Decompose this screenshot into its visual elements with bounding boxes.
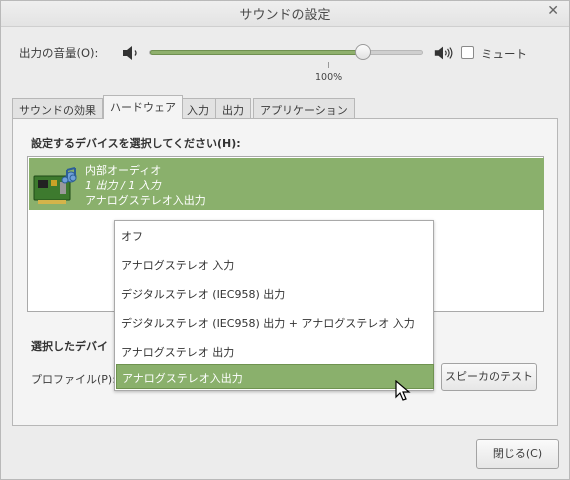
sound-settings-window: サウンドの設定 ✕ 出力の音量(O): 100% ミュート サウンドの効果 ハー… — [0, 0, 570, 480]
output-volume-label: 出力の音量(O): — [19, 46, 99, 60]
test-speakers-button[interactable]: スピーカのテスト — [441, 363, 537, 391]
tab-output[interactable]: 出力 — [215, 98, 251, 118]
profile-option-analog-duplex[interactable]: アナログステレオ入出力 — [116, 364, 434, 389]
close-button[interactable]: 閉じる(C) — [476, 439, 559, 469]
volume-100-tick — [328, 62, 329, 68]
mouse-pointer-icon — [395, 380, 411, 401]
volume-slider-handle[interactable] — [355, 44, 371, 60]
device-name: 内部オーディオ — [85, 164, 162, 177]
device-row-internal-audio[interactable]: 内部オーディオ 1 出力 / 1 入力 アナログステレオ入出力 — [29, 158, 544, 210]
volume-percent-label: 100% — [315, 72, 343, 83]
mute-checkbox[interactable] — [461, 46, 474, 59]
window-title: サウンドの設定 — [239, 8, 331, 23]
profile-option-off[interactable]: オフ — [116, 223, 434, 248]
speaker-high-icon — [434, 46, 453, 60]
profile-option-analog-output[interactable]: アナログステレオ 出力 — [116, 339, 434, 364]
titlebar[interactable]: サウンドの設定 ✕ — [1, 1, 569, 27]
device-ports: 1 出力 / 1 入力 — [85, 179, 161, 192]
mute-label[interactable]: ミュート — [481, 46, 527, 62]
device-profile: アナログステレオ入出力 — [85, 194, 206, 207]
close-icon[interactable]: ✕ — [547, 3, 559, 19]
profile-label: プロファイル(P): — [31, 373, 116, 386]
sound-card-icon — [33, 167, 77, 204]
selected-device-heading: 選択したデバイ — [31, 340, 108, 353]
profile-dropdown-menu: オフ アナログステレオ 入力 デジタルステレオ (IEC958) 出力 デジタル… — [114, 220, 434, 391]
volume-slider[interactable] — [149, 50, 423, 55]
tab-sound-effects[interactable]: サウンドの効果 — [12, 98, 103, 118]
tab-applications[interactable]: アプリケーション — [253, 98, 355, 118]
speaker-low-icon — [123, 46, 137, 60]
tab-input[interactable]: 入力 — [180, 98, 216, 118]
profile-option-digital-output-analog-input[interactable]: デジタルステレオ (IEC958) 出力 + アナログステレオ 入力 — [116, 310, 434, 335]
device-select-heading: 設定するデバイスを選択してください(H): — [31, 137, 241, 150]
volume-slider-fill — [150, 50, 364, 55]
profile-option-analog-input[interactable]: アナログステレオ 入力 — [116, 252, 434, 277]
profile-option-digital-output[interactable]: デジタルステレオ (IEC958) 出力 — [116, 281, 434, 306]
tab-hardware[interactable]: ハードウェア — [103, 95, 183, 119]
